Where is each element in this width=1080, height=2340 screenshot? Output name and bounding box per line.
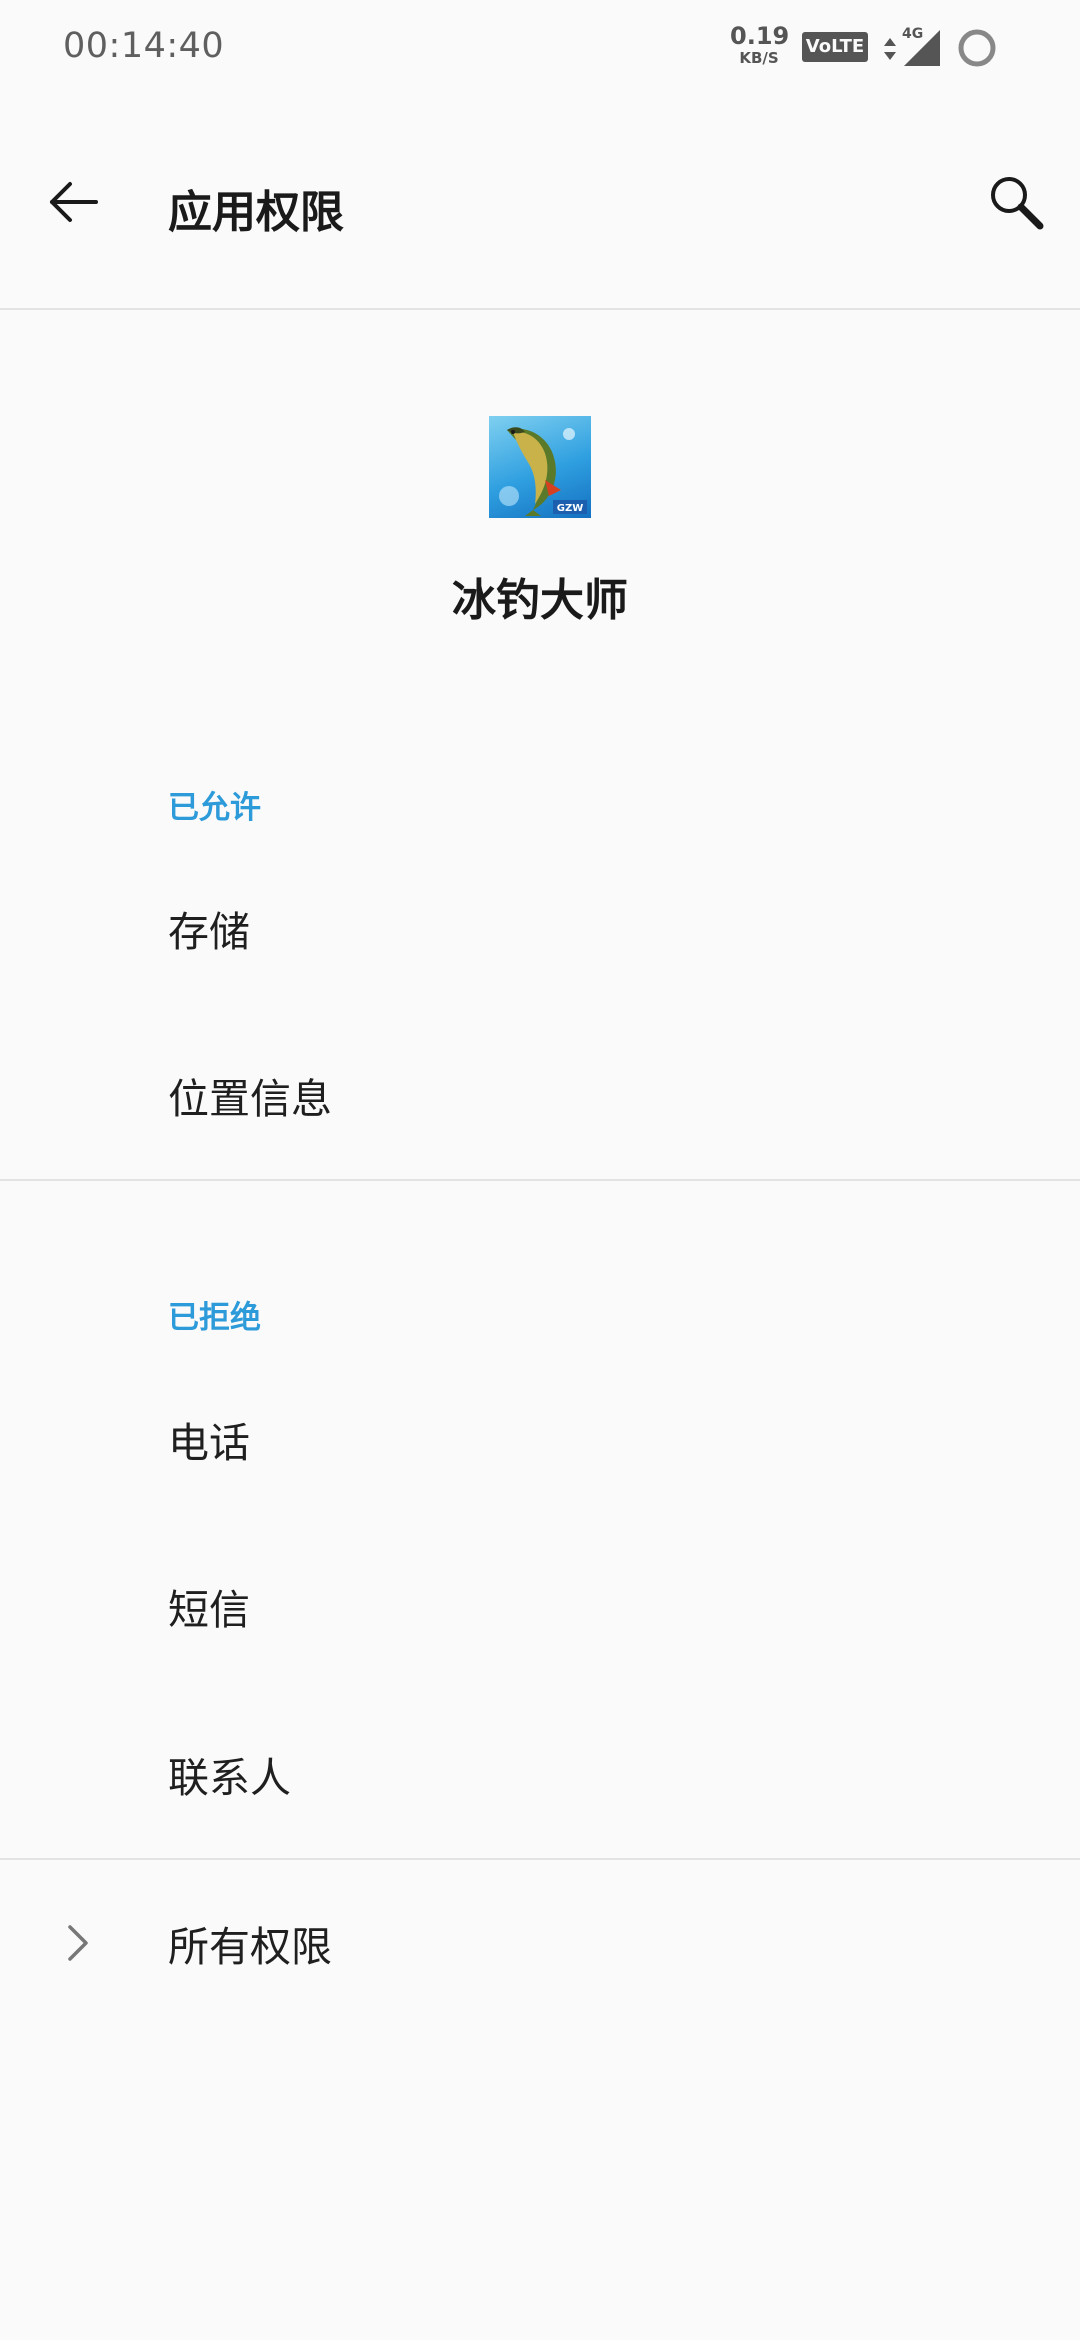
permission-item-contacts[interactable]: 联系人	[0, 1699, 1080, 1849]
volte-badge: VoLTE	[802, 32, 868, 62]
data-arrows-icon	[884, 38, 896, 60]
app-header: GZW 冰钓大师	[0, 310, 1080, 690]
allowed-section-label: 已允许	[168, 790, 261, 826]
app-icon-badge: GZW	[557, 503, 584, 514]
status-icons: 0.19 KB/S VoLTE 4G	[730, 22, 1030, 78]
permission-item-storage[interactable]: 存储	[0, 853, 1080, 1003]
section-divider	[0, 1179, 1080, 1181]
status-time: 00:14:40	[63, 26, 225, 66]
section-divider	[0, 1858, 1080, 1860]
denied-section-label: 已拒绝	[168, 1300, 261, 1336]
search-icon[interactable]	[982, 168, 1050, 236]
permission-label: 存储	[168, 908, 250, 956]
permission-label: 电话	[168, 1419, 250, 1467]
network-type: 4G	[902, 26, 924, 42]
fish-app-icon: GZW	[489, 416, 591, 518]
permission-item-phone[interactable]: 电话	[0, 1364, 1080, 1514]
page-title: 应用权限	[168, 187, 344, 238]
app-bar: 应用权限	[0, 96, 1080, 310]
permission-item-sms[interactable]: 短信	[0, 1531, 1080, 1681]
all-permissions-label: 所有权限	[168, 1923, 332, 1971]
permission-label: 联系人	[168, 1754, 291, 1802]
chevron-right-icon	[68, 1925, 88, 1961]
all-permissions-item[interactable]: 所有权限	[0, 1868, 1080, 2018]
permission-label: 位置信息	[168, 1075, 332, 1123]
arrow-left-icon[interactable]	[40, 168, 108, 236]
permission-item-location[interactable]: 位置信息	[0, 1020, 1080, 1170]
status-bar: 00:14:40 0.19 KB/S VoLTE 4G	[0, 0, 1080, 96]
app-name: 冰钓大师	[452, 575, 628, 626]
permission-label: 短信	[168, 1586, 250, 1634]
network-speed: 0.19 KB/S	[730, 22, 790, 67]
network-speed-unit: KB/S	[739, 49, 779, 67]
battery-ring-icon	[958, 29, 996, 67]
network-speed-value: 0.19	[730, 22, 790, 50]
